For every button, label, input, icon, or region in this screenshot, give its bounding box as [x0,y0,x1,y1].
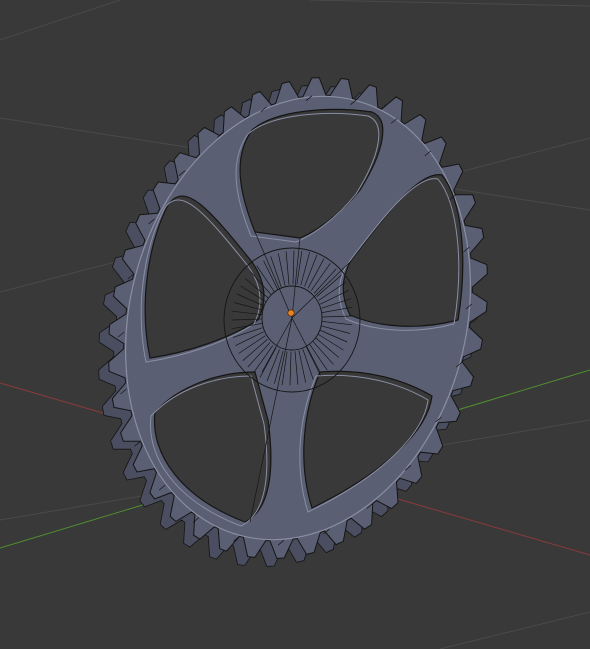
object-origin[interactable] [287,309,295,317]
gear-mesh[interactable] [77,57,518,579]
3d-viewport[interactable] [0,0,590,649]
